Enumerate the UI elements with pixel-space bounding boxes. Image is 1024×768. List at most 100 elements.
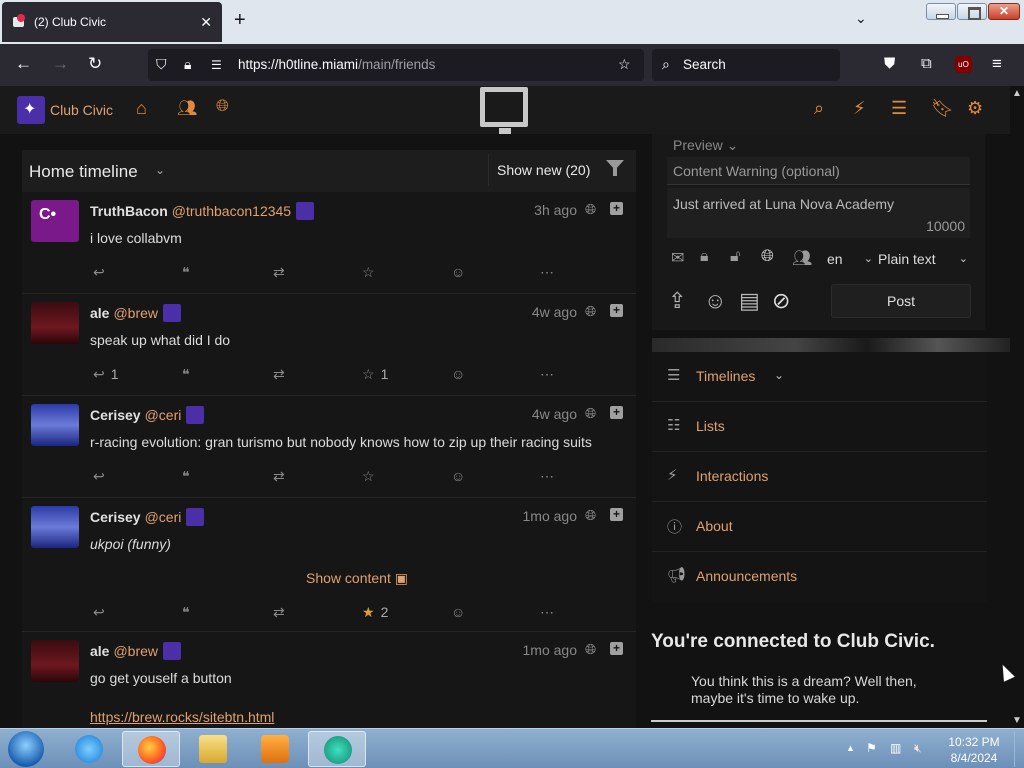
browser-tab[interactable]: (2) Club Civic ✕ [2, 2, 222, 42]
start-button[interactable] [8, 731, 44, 767]
page-scrollbar[interactable]: ▲ ▼ [1010, 86, 1024, 728]
status-author[interactable]: TruthBacon @truthbacon12345 [90, 202, 315, 220]
quote-icon[interactable]: ❝ [182, 468, 190, 485]
more-icon[interactable]: ⋯ [540, 604, 554, 621]
taskbar-explorer[interactable] [184, 731, 242, 767]
local-scope-users-icon[interactable]: 👥︎ [792, 248, 812, 268]
expand-icon[interactable]: + [610, 642, 623, 655]
reload-icon[interactable]: ↻ [88, 55, 102, 73]
bookmark-star-icon[interactable]: ☆ [618, 56, 631, 73]
sensitive-eye-slash-icon[interactable]: ⊘ [772, 288, 790, 314]
emoji-picker-icon[interactable]: ☺ [704, 288, 726, 314]
site-name[interactable]: Club Civic [50, 102, 113, 118]
search-bar[interactable]: ⌕ Search [652, 49, 840, 81]
emoji-react-icon[interactable]: ☺ [451, 264, 465, 280]
scroll-down-icon[interactable]: ▼ [1012, 715, 1022, 726]
reply-icon[interactable]: ↩ [93, 468, 105, 485]
users-icon[interactable]: 👥︎ [177, 98, 197, 118]
status-link[interactable]: https://brew.rocks/sitebtn.html [90, 709, 274, 725]
favorite-star-icon[interactable]: ☆ [362, 468, 375, 485]
avatar[interactable] [31, 640, 79, 682]
more-icon[interactable]: ⋯ [540, 366, 554, 383]
poll-icon[interactable]: ▤ [739, 288, 760, 314]
status-author[interactable]: Cerisey @ceri [90, 406, 205, 424]
tray-expand-icon[interactable]: ▲ [846, 743, 855, 753]
globe-icon[interactable]: 🌐︎ [216, 98, 229, 116]
new-tab-button[interactable]: + [234, 10, 246, 30]
shield-icon[interactable]: ⛉ [156, 56, 167, 73]
private-scope-lock-icon[interactable]: 🔒︎ [700, 248, 709, 266]
avatar[interactable] [31, 302, 79, 344]
status-author[interactable]: ale @brew [90, 304, 182, 322]
scroll-up-icon[interactable]: ▲ [1012, 88, 1022, 99]
public-scope-globe-icon[interactable]: 🌐︎ [761, 248, 774, 266]
window-minimize-button[interactable] [926, 3, 956, 20]
home-icon[interactable]: ⌂ [136, 98, 147, 119]
reply-icon[interactable]: ↩ [93, 604, 105, 621]
expand-icon[interactable]: + [610, 202, 623, 215]
status-author[interactable]: ale @brew [90, 642, 182, 660]
menu-icon[interactable]: ≡ [992, 55, 1002, 73]
quote-icon[interactable]: ❝ [182, 264, 190, 281]
reply-icon[interactable]: ↩ 1 [93, 366, 119, 383]
status-author[interactable]: Cerisey @ceri [90, 508, 205, 526]
show-new-button[interactable]: Show new (20) [488, 154, 599, 186]
ublock-icon[interactable]: uO [955, 56, 972, 73]
status-time[interactable]: 1mo ago [507, 642, 577, 658]
status-time[interactable]: 4w ago [507, 406, 577, 422]
repeat-icon[interactable]: ⇄ [273, 604, 285, 621]
volume-muted-icon[interactable]: 🔇︎ [914, 741, 922, 756]
search-icon[interactable]: ⌕ [814, 98, 824, 119]
taskbar-media-player[interactable] [246, 731, 304, 767]
sidebar-item-timelines[interactable]: ☰ Timelines ⌄ [652, 352, 987, 402]
window-maximize-button[interactable] [957, 3, 987, 20]
sidebar-item-announcements[interactable]: 📢︎ Announcements [652, 552, 987, 602]
unlisted-scope-unlock-icon[interactable]: 🔓︎ [730, 248, 740, 266]
upload-icon[interactable]: ⇪ [668, 288, 686, 314]
avatar[interactable] [31, 200, 79, 242]
status-time[interactable]: 1mo ago [507, 508, 577, 524]
quote-icon[interactable]: ❝ [182, 604, 190, 621]
bookmark-icon[interactable]: 🔖︎ [931, 98, 954, 119]
pocket-icon[interactable]: ⛊ [884, 55, 895, 73]
chevron-down-icon[interactable]: ⌄ [774, 368, 784, 382]
favorite-star-icon[interactable]: ★ 2 [362, 604, 388, 621]
settings-gear-icon[interactable]: ⚙ [967, 98, 983, 119]
taskbar-firefox[interactable] [122, 731, 180, 767]
preview-toggle[interactable]: Preview ⌄ [673, 137, 738, 154]
site-logo-icon[interactable] [17, 96, 45, 124]
avatar[interactable] [31, 404, 79, 446]
sidebar-item-interactions[interactable]: ⚡︎ Interactions [652, 452, 987, 502]
repeat-icon[interactable]: ⇄ [273, 264, 285, 281]
more-icon[interactable]: ⋯ [540, 468, 554, 485]
expand-icon[interactable]: + [610, 406, 623, 419]
more-icon[interactable]: ⋯ [540, 264, 554, 281]
favorite-star-icon[interactable]: ☆ [362, 264, 375, 281]
content-warning-input[interactable]: Content Warning (optional) [667, 157, 970, 185]
url-text[interactable]: https://h0tline.miami/main/friends [238, 57, 435, 72]
network-icon[interactable]: ▥ [890, 741, 901, 755]
favorite-star-icon[interactable]: ☆ 1 [362, 366, 388, 383]
expand-icon[interactable]: + [610, 508, 623, 521]
chevron-down-icon[interactable]: ⌄ [155, 163, 165, 177]
taskbar-ie[interactable] [60, 731, 118, 767]
repeat-icon[interactable]: ⇄ [273, 366, 285, 383]
quote-icon[interactable]: ❝ [182, 366, 190, 383]
emoji-react-icon[interactable]: ☺ [451, 366, 465, 382]
reply-icon[interactable]: ↩ [93, 264, 105, 281]
extensions-icon[interactable]: ⧉ [921, 55, 932, 73]
filter-icon[interactable] [606, 160, 624, 176]
emoji-react-icon[interactable]: ☺ [451, 468, 465, 484]
expand-icon[interactable]: + [610, 304, 623, 317]
content-type-select[interactable]: Plain text ⌄ [878, 247, 970, 273]
tab-close-icon[interactable]: ✕ [200, 14, 212, 31]
taskbar-clock[interactable]: 10:32 PM 8/4/2024 [944, 734, 1004, 766]
forward-arrow-icon[interactable]: → [52, 55, 69, 73]
direct-scope-envelope-icon[interactable]: ✉ [671, 248, 684, 268]
show-desktop-button[interactable] [1014, 731, 1022, 767]
show-content-button[interactable]: Show content ▣ [306, 570, 408, 587]
window-close-button[interactable]: ✕ [988, 3, 1020, 20]
repeat-icon[interactable]: ⇄ [273, 468, 285, 485]
permissions-icon[interactable]: ☰ [211, 58, 222, 72]
taskbar-app[interactable] [308, 731, 366, 767]
